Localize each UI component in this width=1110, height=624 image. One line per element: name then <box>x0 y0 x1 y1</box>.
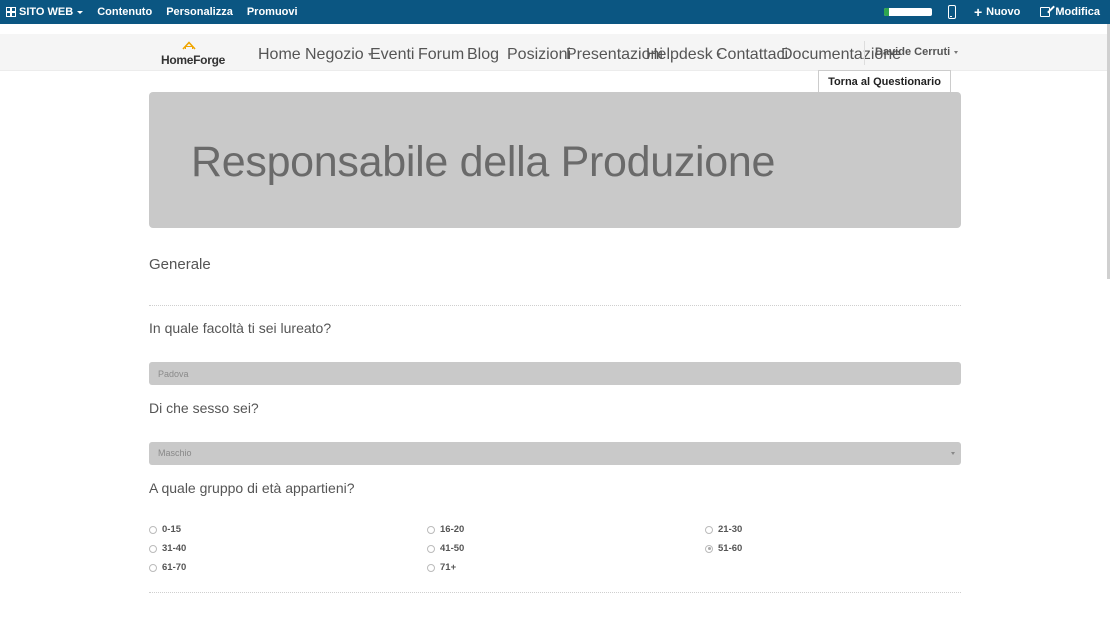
admin-menu-content[interactable]: Contenuto <box>97 6 152 18</box>
nav-label: Negozio <box>305 46 364 63</box>
back-to-survey-button[interactable]: Torna al Questionario <box>818 70 951 93</box>
sex-select-value: Maschio <box>158 448 192 458</box>
radio-label: 51-60 <box>718 543 743 554</box>
age-option-21-30[interactable]: 21-30 <box>705 524 742 535</box>
mobile-preview-icon[interactable] <box>947 5 956 19</box>
admin-menu-customize[interactable]: Personalizza <box>166 6 233 18</box>
site-menu-button[interactable]: SITO WEB <box>6 6 84 18</box>
nav-shop[interactable]: Negozio <box>305 46 372 64</box>
age-option-0-15[interactable]: 0-15 <box>149 524 181 535</box>
user-name: Davide Cerruti <box>875 46 951 58</box>
nav-positions[interactable]: Posizioni <box>507 46 571 64</box>
nav-label: Blog <box>467 46 500 63</box>
radio-button[interactable] <box>427 563 435 572</box>
admin-bar: SITO WEB Contenuto Personalizza Promuovi… <box>0 0 1110 24</box>
website-progress-bar[interactable] <box>883 8 932 16</box>
age-option-71-plus[interactable]: 71+ <box>427 562 456 573</box>
age-option-61-70[interactable]: 61-70 <box>149 562 186 573</box>
question-sex: Di che sesso sei? <box>149 400 259 416</box>
question-faculty: In quale facoltà ti sei lureato? <box>149 320 332 336</box>
brand-name: HomeForge <box>161 53 225 67</box>
chevron-down-icon <box>77 10 84 14</box>
radio-label: 31-40 <box>162 543 187 554</box>
house-roof-icon <box>182 41 196 50</box>
age-option-31-40[interactable]: 31-40 <box>149 543 186 554</box>
page-title: Responsabile della Produzione <box>191 138 776 186</box>
nav-events[interactable]: Eventi <box>370 46 414 64</box>
section-divider <box>149 592 961 593</box>
age-option-41-50[interactable]: 41-50 <box>427 543 464 554</box>
radio-button[interactable] <box>427 525 435 534</box>
brand-logo[interactable]: HomeForge <box>160 41 225 67</box>
admin-menu-promote[interactable]: Promuovi <box>247 6 298 18</box>
nav-helpdesk[interactable]: Helpdesk <box>646 46 721 64</box>
nav-contact[interactable]: Contattaci <box>716 46 788 64</box>
question-age: A quale gruppo di età appartieni? <box>149 480 355 496</box>
nav-home[interactable]: Home <box>258 46 301 64</box>
sex-select[interactable]: Maschio <box>149 442 961 465</box>
nav-divider <box>864 41 865 65</box>
radio-label: 71+ <box>440 562 457 573</box>
edit-button-label: Modifica <box>1055 6 1100 18</box>
radio-button[interactable] <box>427 544 435 553</box>
hero-banner: Responsabile della Produzione <box>149 92 961 228</box>
grid-icon <box>6 7 16 17</box>
nav-label: Eventi <box>370 46 415 63</box>
chevron-down-icon <box>951 452 955 455</box>
radio-label: 41-50 <box>440 543 465 554</box>
age-option-51-60[interactable]: 51-60 <box>705 543 742 554</box>
site-menu-label: SITO WEB <box>19 6 74 18</box>
section-divider <box>149 305 961 306</box>
user-menu[interactable]: Davide Cerruti <box>875 46 959 58</box>
new-button[interactable]: + Nuovo <box>974 5 1020 19</box>
radio-button[interactable] <box>149 544 157 553</box>
faculty-field[interactable] <box>149 362 961 385</box>
section-title: Generale <box>149 256 211 273</box>
progress-fill <box>883 8 889 16</box>
plus-icon: + <box>973 4 983 20</box>
age-option-16-20[interactable]: 16-20 <box>427 524 464 535</box>
nav-label: Home <box>258 46 301 63</box>
nav-forum[interactable]: Forum <box>418 46 464 64</box>
radio-label: 21-30 <box>718 524 743 535</box>
chevron-down-icon <box>954 50 959 54</box>
new-button-label: Nuovo <box>986 6 1021 18</box>
radio-label: 61-70 <box>162 562 187 573</box>
main-navbar: HomeForge Home Negozio Eventi Forum Blog… <box>0 34 1110 71</box>
edit-button[interactable]: Modifica <box>1040 6 1100 18</box>
nav-blog[interactable]: Blog <box>467 46 499 64</box>
radio-button[interactable] <box>149 525 157 534</box>
radio-button[interactable] <box>705 544 713 553</box>
radio-button[interactable] <box>149 563 157 572</box>
nav-label: Contattaci <box>716 46 789 63</box>
faculty-input[interactable] <box>158 362 938 385</box>
edit-icon <box>1040 7 1051 17</box>
nav-label: Helpdesk <box>646 46 713 63</box>
radio-button[interactable] <box>705 525 713 534</box>
nav-label: Forum <box>418 46 465 63</box>
radio-label: 16-20 <box>440 524 465 535</box>
nav-label: Posizioni <box>507 46 572 63</box>
radio-label: 0-15 <box>162 524 182 535</box>
